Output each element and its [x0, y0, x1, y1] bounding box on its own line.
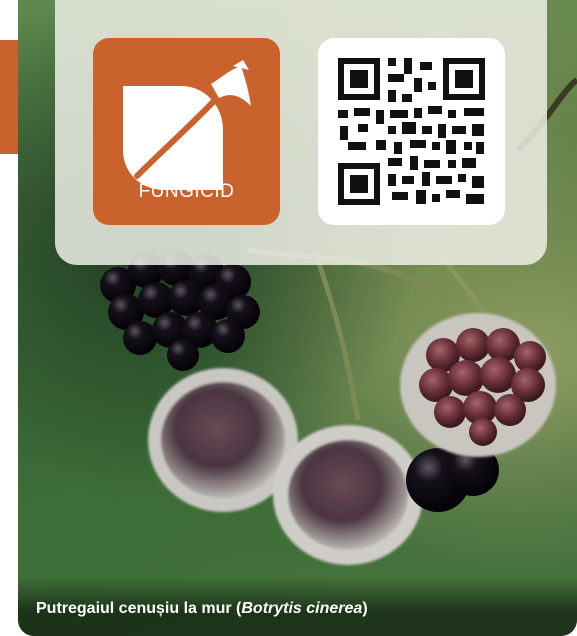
photo-card: FUNGICID Putregaiul cenușiu la mur (Botr… — [18, 0, 577, 636]
side-accent-line — [0, 152, 18, 154]
fungicid-label: FUNGICID — [138, 181, 235, 202]
caption-scientific-name: Botrytis cinerea — [241, 600, 363, 617]
photo-caption: Putregaiul cenușiu la mur (Botrytis cine… — [36, 600, 368, 618]
side-accent-tab — [0, 40, 18, 152]
fungicid-badge: FUNGICID — [93, 38, 280, 225]
qr-code-icon — [338, 58, 485, 205]
caption-suffix: ) — [362, 600, 368, 617]
qr-code[interactable] — [318, 38, 505, 225]
caption-prefix: Putregaiul cenușiu la mur ( — [36, 600, 242, 617]
